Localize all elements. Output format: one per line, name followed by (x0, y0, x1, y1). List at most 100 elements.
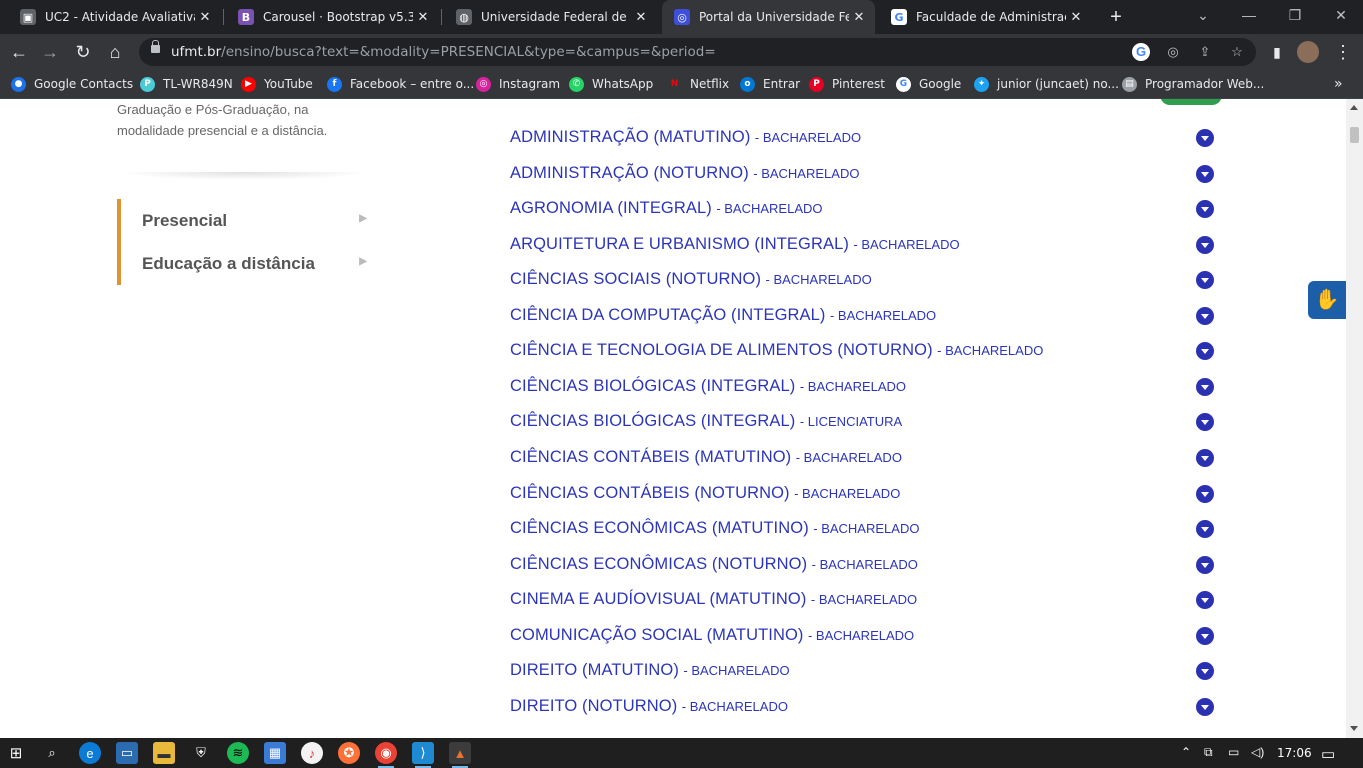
course-name-link[interactable]: CIÊNCIAS BIOLÓGICAS (INTEGRAL) (510, 377, 795, 395)
course-row[interactable]: CIÊNCIA DA COMPUTAÇÃO (INTEGRAL) - BACHA… (510, 306, 1230, 330)
chevron-down-circle-icon[interactable] (1196, 449, 1214, 467)
bookmark-item[interactable]: P TL-WR849N (140, 75, 233, 93)
minimize-button[interactable]: — (1226, 0, 1272, 30)
course-name-link[interactable]: CIÊNCIAS CONTÁBEIS (NOTURNO) (510, 484, 790, 502)
clock[interactable]: 17:06 (1277, 746, 1312, 760)
close-tab-icon[interactable]: ✕ (849, 10, 869, 25)
course-name-link[interactable]: DIREITO (MATUTINO) (510, 661, 679, 679)
file-explorer-icon[interactable]: ▬ (153, 742, 175, 764)
green-button-partial[interactable] (1160, 99, 1222, 105)
scrollbar[interactable] (1346, 99, 1363, 738)
chevron-down-circle-icon[interactable] (1196, 413, 1214, 431)
scroll-up-icon[interactable] (1350, 105, 1358, 110)
course-name-link[interactable]: ADMINISTRAÇÃO (MATUTINO) (510, 128, 750, 146)
course-name-link[interactable]: AGRONOMIA (INTEGRAL) (510, 199, 712, 217)
course-name-link[interactable]: CIÊNCIA DA COMPUTAÇÃO (INTEGRAL) (510, 306, 826, 324)
browser-tab[interactable]: B Carousel · Bootstrap v5.3 ✕ (226, 0, 439, 34)
course-row[interactable]: CIÊNCIAS CONTÁBEIS (NOTURNO) - BACHARELA… (510, 484, 1230, 508)
close-tab-icon[interactable]: ✕ (631, 10, 651, 25)
network-icon[interactable]: ⧉ (1204, 745, 1213, 760)
course-row[interactable]: ARQUITETURA E URBANISMO (INTEGRAL) - BAC… (510, 235, 1230, 259)
course-row[interactable]: CIÊNCIAS ECONÔMICAS (MATUTINO) - BACHARE… (510, 519, 1230, 543)
restore-button[interactable]: ❐ (1272, 0, 1318, 30)
chevron-down-circle-icon[interactable] (1196, 165, 1214, 183)
itunes-icon[interactable]: ♪ (301, 742, 323, 764)
bookmark-item[interactable]: ▶ YouTube (241, 75, 313, 93)
course-name-link[interactable]: CIÊNCIA E TECNOLOGIA DE ALIMENTOS (NOTUR… (510, 341, 933, 359)
close-tab-icon[interactable]: ✕ (195, 10, 215, 25)
chevron-down-circle-icon[interactable] (1196, 627, 1214, 645)
volume-icon[interactable]: ◁) (1251, 745, 1264, 759)
course-row[interactable]: CIÊNCIAS BIOLÓGICAS (INTEGRAL) - LICENCI… (510, 412, 1230, 436)
profile-avatar[interactable] (1297, 41, 1319, 63)
course-row[interactable]: COMUNICAÇÃO SOCIAL (MATUTINO) - BACHAREL… (510, 626, 1230, 650)
chevron-down-circle-icon[interactable] (1196, 378, 1214, 396)
browser-tab[interactable]: G Faculdade de Administração✕ (879, 0, 1092, 34)
course-name-link[interactable]: ARQUITETURA E URBANISMO (INTEGRAL) (510, 235, 849, 253)
course-row[interactable]: CIÊNCIA E TECNOLOGIA DE ALIMENTOS (NOTUR… (510, 341, 1230, 365)
chevron-down-circle-icon[interactable] (1196, 307, 1214, 325)
new-tab-button[interactable]: + (1104, 6, 1128, 28)
bookmark-item[interactable]: P Pinterest (809, 75, 885, 93)
tab-search-icon[interactable]: ⌄ (1180, 0, 1226, 30)
course-row[interactable]: ADMINISTRAÇÃO (MATUTINO) - BACHARELADO (510, 128, 1230, 152)
photos-icon[interactable]: ▭ (116, 742, 138, 764)
close-window-button[interactable]: ✕ (1318, 0, 1363, 30)
tray-chevron-icon[interactable]: ⌃ (1181, 745, 1191, 759)
side-panel-icon[interactable]: ▮ (1265, 40, 1289, 64)
course-name-link[interactable]: CIÊNCIAS BIOLÓGICAS (INTEGRAL) (510, 412, 795, 430)
course-row[interactable]: ADMINISTRAÇÃO (NOTURNO) - BACHARELADO (510, 164, 1230, 188)
firefox-icon[interactable]: ✪ (338, 742, 360, 764)
search-icon[interactable]: ⌕ (41, 742, 63, 764)
reload-icon[interactable]: ↻ (71, 40, 95, 64)
notification-icon[interactable]: ▭ (1321, 745, 1335, 763)
vscode-icon[interactable]: ⟩ (412, 742, 434, 768)
sidebar-item-presencial[interactable]: Presencial ▶ (142, 211, 372, 231)
chevron-down-circle-icon[interactable] (1196, 271, 1214, 289)
scroll-thumb[interactable] (1350, 127, 1359, 143)
battery-icon[interactable]: ▭ (1228, 745, 1239, 759)
course-name-link[interactable]: CIÊNCIAS CONTÁBEIS (MATUTINO) (510, 448, 791, 466)
more-bookmarks-icon[interactable]: » (1334, 75, 1343, 93)
eye-slash-icon[interactable]: ◎ (1164, 43, 1182, 61)
chrome-icon[interactable]: ◉ (375, 742, 397, 768)
lock-icon[interactable] (151, 40, 160, 53)
chevron-down-circle-icon[interactable] (1196, 236, 1214, 254)
address-bar[interactable]: ufmt.br/ensino/busca?text=&modality=PRES… (139, 38, 1256, 66)
course-row[interactable]: CINEMA E AUDÍOVISUAL (MATUTINO) - BACHAR… (510, 590, 1230, 614)
course-name-link[interactable]: CIÊNCIAS SOCIAIS (NOTURNO) (510, 270, 761, 288)
vlibras-accessibility-icon[interactable]: ✋ (1308, 281, 1346, 319)
course-name-link[interactable]: COMUNICAÇÃO SOCIAL (MATUTINO) (510, 626, 804, 644)
google-lens-icon[interactable]: G (1132, 43, 1150, 61)
browser-tab[interactable]: ◍ Universidade Federal de Ma✕ (444, 0, 657, 34)
course-name-link[interactable]: CINEMA E AUDÍOVISUAL (MATUTINO) (510, 590, 806, 608)
course-name-link[interactable]: DIREITO (NOTURNO) (510, 697, 677, 715)
menu-dots-icon[interactable]: ⋮ (1331, 40, 1355, 64)
bookmark-item[interactable]: G Google (896, 75, 961, 93)
forward-arrow-icon[interactable]: → (38, 40, 62, 64)
course-row[interactable]: CIÊNCIAS ECONÔMICAS (NOTURNO) - BACHAREL… (510, 555, 1230, 579)
course-name-link[interactable]: ADMINISTRAÇÃO (NOTURNO) (510, 164, 749, 182)
course-row[interactable]: CIÊNCIAS SOCIAIS (NOTURNO) - BACHARELADO (510, 270, 1230, 294)
sidebar-item-ead[interactable]: Educação a distância ▶ (142, 254, 372, 274)
browser-tab[interactable]: ▣ UC2 - Atividade Avaliativa 4 -✕ (8, 0, 221, 34)
course-name-link[interactable]: CIÊNCIAS ECONÔMICAS (MATUTINO) (510, 519, 809, 537)
bookmark-item[interactable]: ◎ Instagram (476, 75, 560, 93)
chevron-down-circle-icon[interactable] (1196, 556, 1214, 574)
security-shield-icon[interactable]: ⛨ (190, 742, 212, 764)
chevron-down-circle-icon[interactable] (1196, 698, 1214, 716)
back-arrow-icon[interactable]: ← (7, 40, 31, 64)
chevron-down-circle-icon[interactable] (1196, 662, 1214, 680)
close-tab-icon[interactable]: ✕ (1066, 10, 1086, 25)
bookmark-item[interactable]: ✆ WhatsApp (569, 75, 653, 93)
course-row[interactable]: CIÊNCIAS BIOLÓGICAS (INTEGRAL) - BACHARE… (510, 377, 1230, 401)
share-icon[interactable]: ⇪ (1196, 43, 1214, 61)
edge-icon[interactable]: e (79, 742, 101, 764)
close-tab-icon[interactable]: ✕ (413, 10, 433, 25)
course-row[interactable]: DIREITO (NOTURNO) - BACHARELADO (510, 697, 1230, 721)
chevron-down-circle-icon[interactable] (1196, 485, 1214, 503)
chevron-down-circle-icon[interactable] (1196, 200, 1214, 218)
course-row[interactable]: AGRONOMIA (INTEGRAL) - BACHARELADO (510, 199, 1230, 223)
bookmark-item[interactable]: ● Google Contacts (11, 75, 133, 93)
bookmark-star-icon[interactable]: ☆ (1228, 43, 1246, 61)
